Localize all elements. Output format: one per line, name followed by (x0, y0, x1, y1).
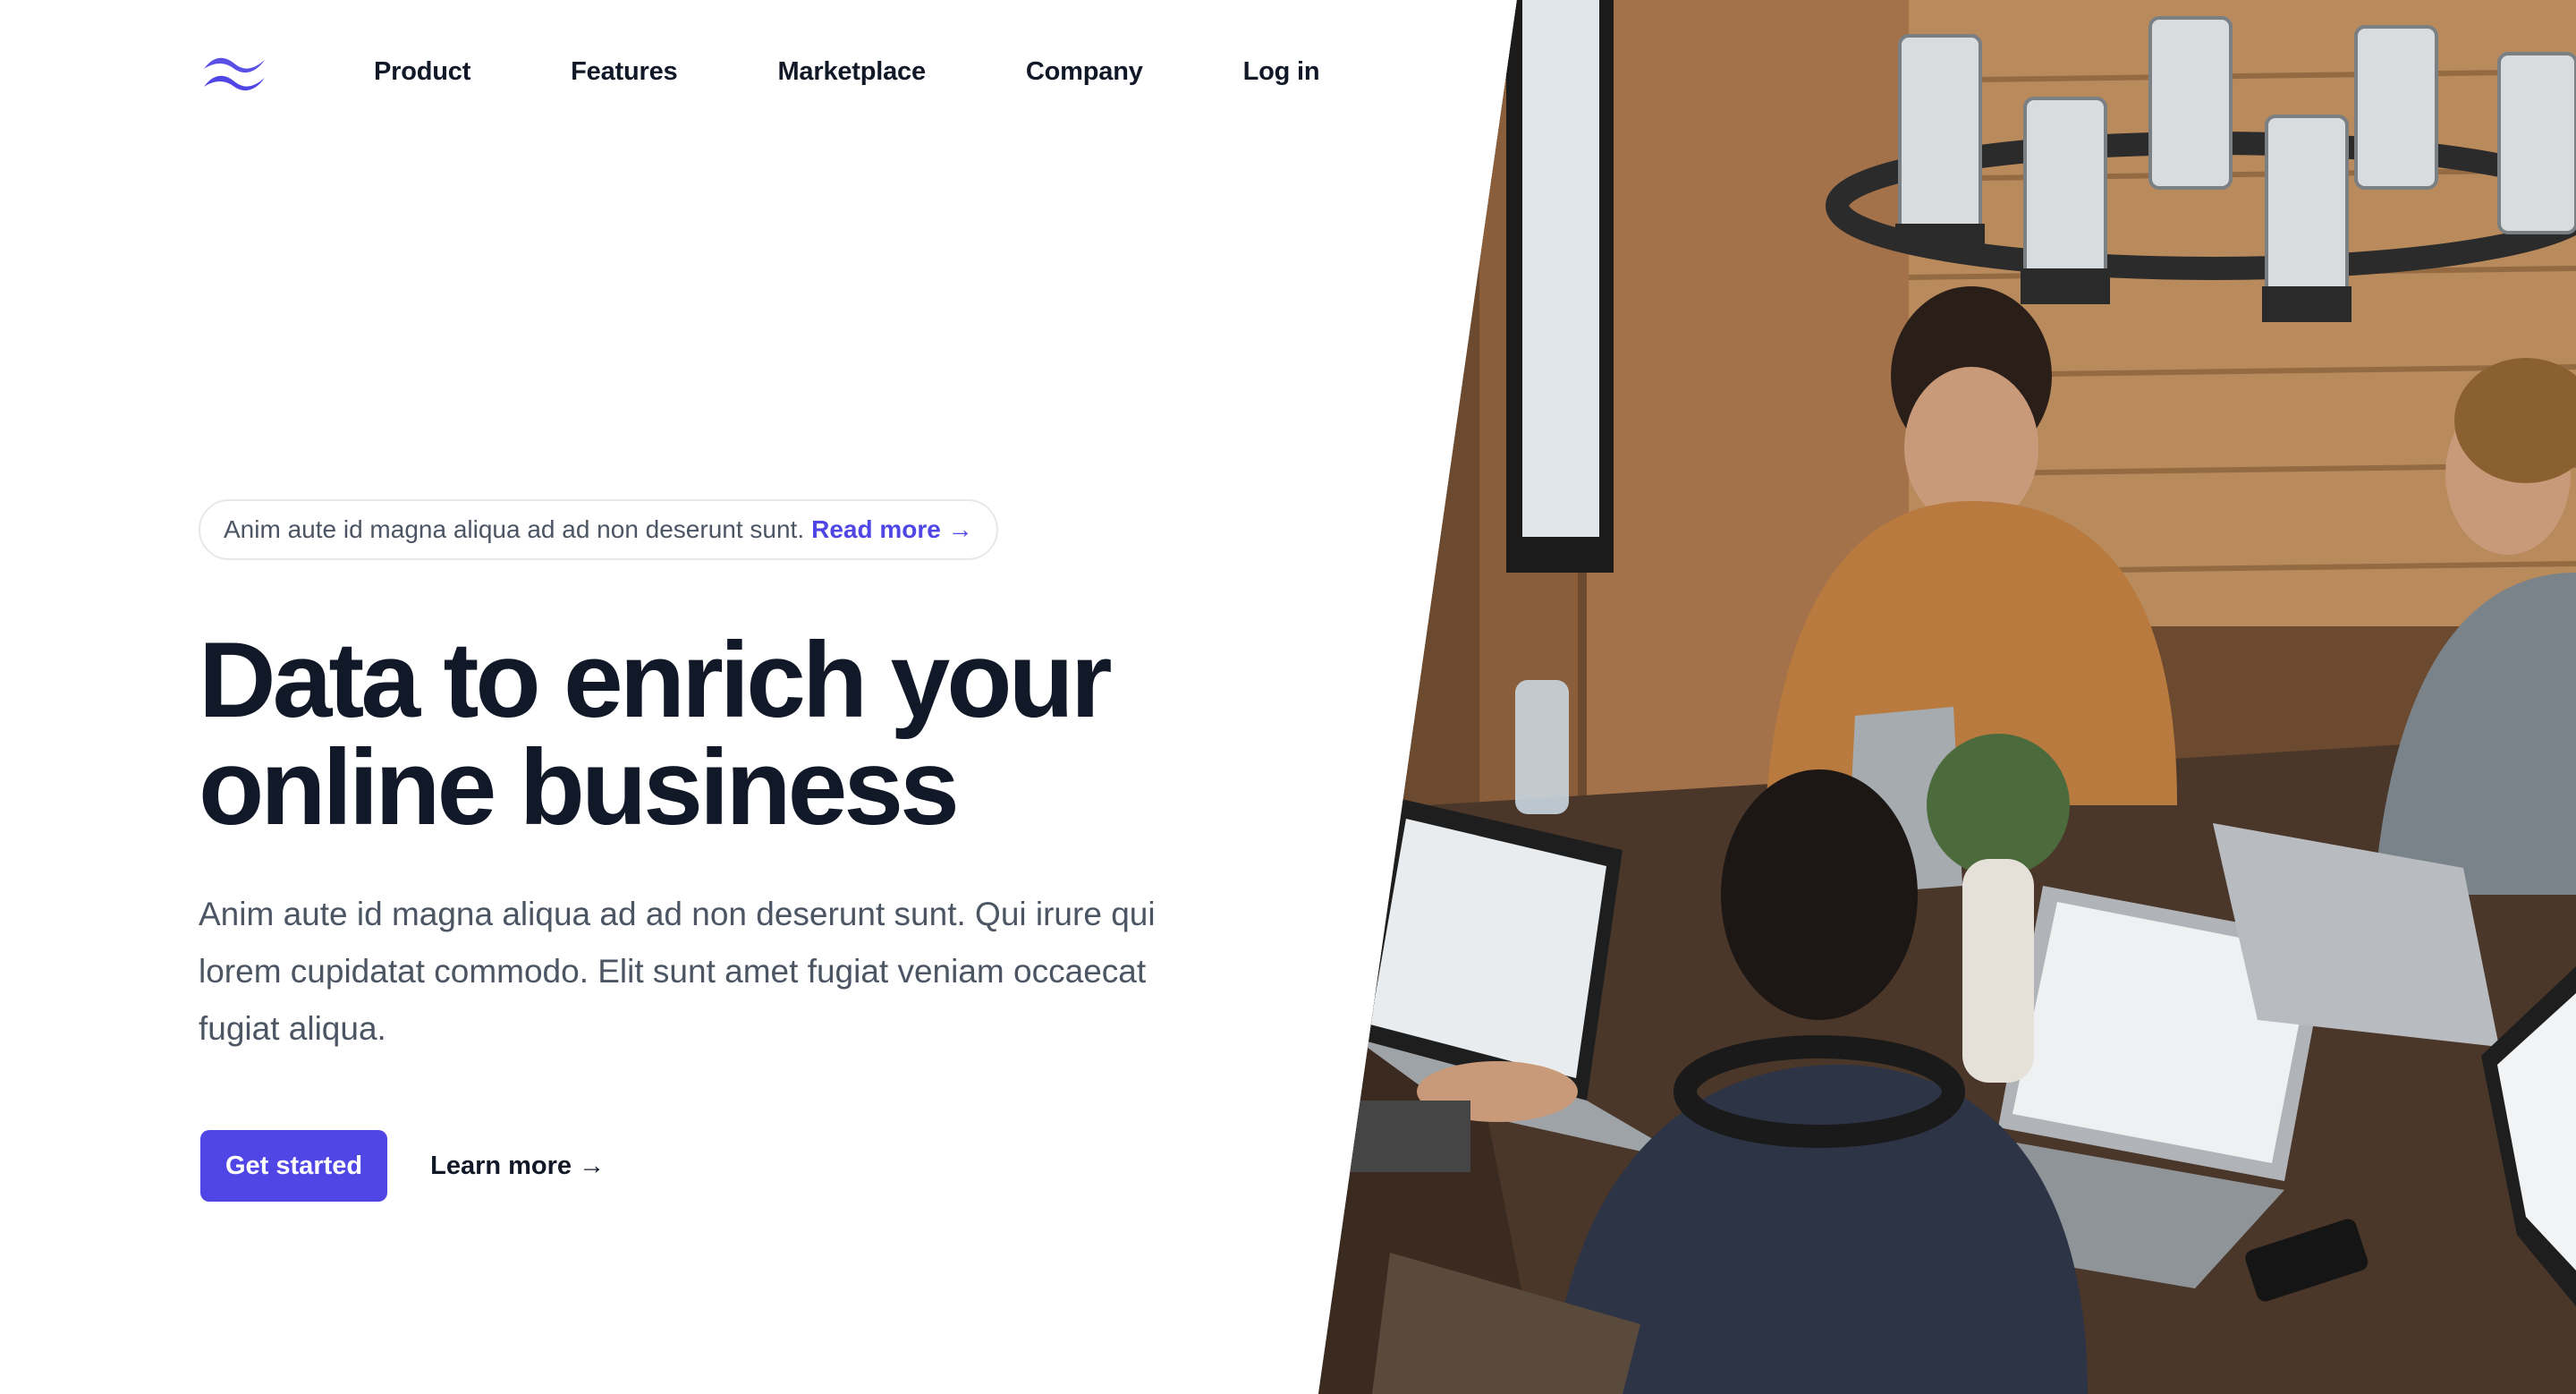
hero-headline: Data to enrich your online business (199, 626, 1326, 841)
nav-link-company[interactable]: Company (1026, 57, 1143, 87)
nav-link-product[interactable]: Product (374, 57, 470, 87)
read-more-link[interactable]: Read more → (811, 515, 973, 544)
headline-line-1: Data to enrich your (199, 620, 1113, 740)
headline-line-2: online business (199, 727, 960, 847)
hero-description: Anim aute id magna aliqua ad ad non dese… (199, 896, 1156, 1047)
nav-link-log-in[interactable]: Log in (1243, 57, 1320, 87)
announcement-pill: Anim aute id magna aliqua ad ad non dese… (199, 499, 998, 560)
announcement-text: Anim aute id magna aliqua ad ad non dese… (224, 515, 805, 543)
nav-link-features[interactable]: Features (571, 57, 677, 87)
cta-group: Get started Learn more → (200, 1130, 605, 1202)
landing-page: Product Features Marketplace Company Log… (0, 0, 2576, 1394)
get-started-button[interactable]: Get started (200, 1130, 388, 1202)
hero-image (1318, 0, 2576, 1394)
nav-link-marketplace[interactable]: Marketplace (777, 57, 926, 87)
office-scene-illustration (1318, 0, 2576, 1394)
tailwind-waves-icon[interactable] (200, 49, 268, 94)
top-nav: Product Features Marketplace Company Log… (200, 47, 1320, 97)
learn-more-link[interactable]: Learn more → (430, 1152, 605, 1181)
